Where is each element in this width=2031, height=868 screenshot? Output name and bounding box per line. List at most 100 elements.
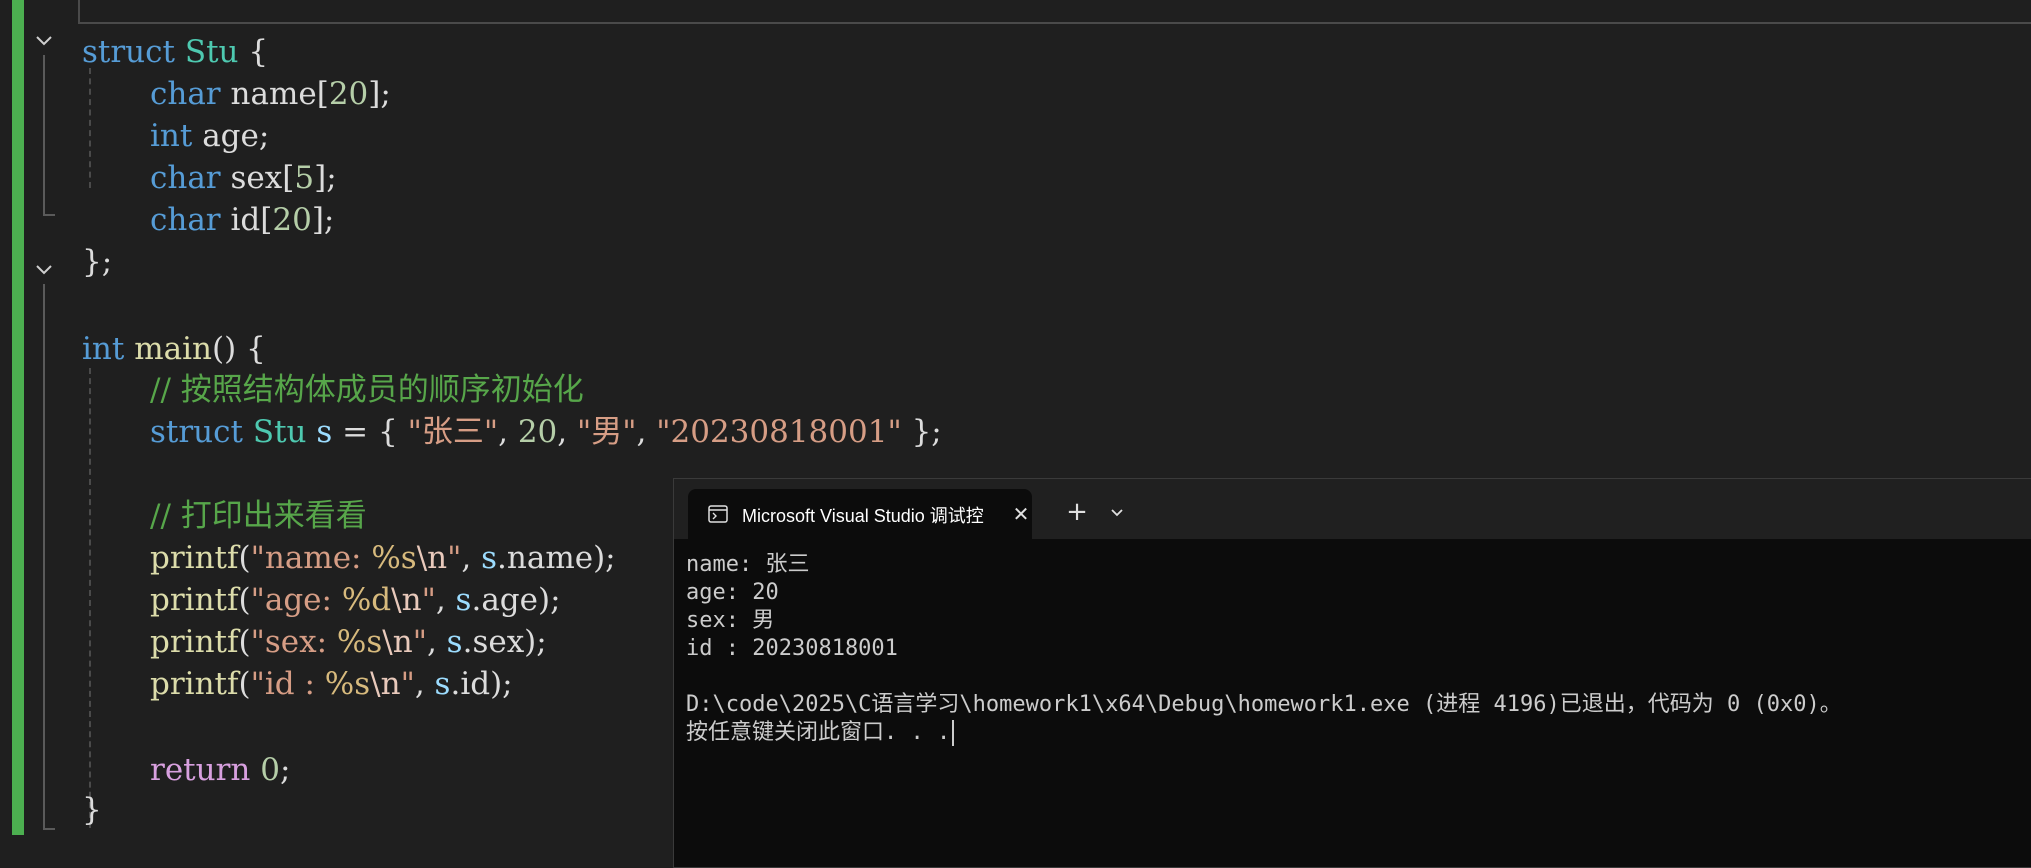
console-prompt-text: 按任意键关闭此窗口. . . — [686, 720, 951, 745]
type-name: Stu — [184, 34, 239, 70]
code-line-7: int main() { — [82, 329, 266, 369]
code-line-5: char id[20]; — [150, 200, 334, 240]
escape-sequence: \n — [370, 666, 401, 702]
operator: = { — [332, 414, 408, 450]
string-literal: " — [400, 666, 415, 702]
format-specifier: %s — [324, 666, 371, 702]
number: 20 — [328, 76, 369, 112]
function-name: printf — [150, 624, 239, 660]
string-literal: "id : — [250, 666, 325, 702]
fold-guide-line — [43, 55, 45, 215]
console-output-line: id : 20230818001 — [686, 636, 898, 661]
code-line-2: char name[20]; — [150, 74, 391, 114]
comment: // 按照结构体成员的顺序初始化 — [150, 372, 584, 408]
bracket: ]; — [368, 76, 391, 112]
string-literal: "name: — [250, 540, 372, 576]
member-access: .sex); — [462, 624, 547, 660]
console-output-line: sex: 男 — [686, 608, 775, 633]
bracket: ]; — [314, 160, 337, 196]
bracket: [ — [316, 76, 329, 112]
number: 5 — [294, 160, 315, 196]
function-name: main — [134, 331, 212, 367]
comma: , — [498, 414, 518, 450]
code-line-14: printf("id : %s\n", s.id); — [150, 664, 513, 704]
collapsed-region-box — [78, 0, 2031, 24]
paren: ( — [238, 540, 251, 576]
code-line-1: struct Stu { — [82, 32, 268, 72]
member-access: .id); — [450, 666, 513, 702]
number: 20 — [517, 414, 558, 450]
format-specifier: %s — [336, 624, 383, 660]
string-literal: "20230818001" — [656, 414, 902, 450]
function-name: printf — [150, 582, 239, 618]
fold-chevron-icon[interactable] — [33, 259, 55, 281]
code-line-10: // 打印出来看看 — [150, 496, 367, 536]
comma: , — [414, 666, 435, 702]
code-line-3: int age; — [150, 116, 269, 156]
console-tab[interactable]: Microsoft Visual Studio 调试控 ✕ — [688, 489, 1032, 539]
member-name: age; — [202, 118, 270, 154]
bracket: [ — [282, 160, 295, 196]
fold-guide-line — [43, 284, 45, 829]
escape-sequence: \n — [391, 582, 422, 618]
chevron-down-icon[interactable] — [1106, 501, 1128, 523]
code-line-16: } — [82, 790, 102, 830]
comma: , — [426, 624, 447, 660]
member-name: sex — [230, 160, 283, 196]
keyword: struct — [150, 414, 243, 450]
debug-console-window[interactable]: Microsoft Visual Studio 调试控 ✕ + name: 张三… — [673, 478, 2031, 868]
comment: // 打印出来看看 — [150, 498, 367, 534]
type-name: Stu — [252, 414, 307, 450]
variable: s — [481, 540, 498, 576]
bracket: [ — [260, 202, 273, 238]
keyword: int — [150, 118, 193, 154]
member-access: .name); — [497, 540, 616, 576]
new-tab-button[interactable]: + — [1064, 499, 1090, 525]
fold-guide-end — [43, 828, 55, 830]
closing-brace: }; — [82, 244, 113, 280]
function-name: printf — [150, 666, 239, 702]
escape-sequence: \n — [416, 540, 448, 576]
console-output-line: D:\code\2025\C语言学习\homework1\x64\Debug\h… — [686, 692, 1842, 717]
string-literal: "张三" — [407, 414, 499, 450]
indent-guide — [89, 368, 91, 828]
fold-chevron-icon[interactable] — [33, 30, 55, 52]
variable: s — [455, 582, 472, 618]
format-specifier: %d — [341, 582, 392, 618]
string-literal: " — [447, 540, 462, 576]
console-titlebar[interactable]: Microsoft Visual Studio 调试控 ✕ + — [674, 479, 2031, 539]
bracket: ]; — [311, 202, 335, 238]
signature: () { — [211, 331, 266, 367]
indent-guide — [89, 68, 91, 188]
comma: , — [435, 582, 456, 618]
text-cursor — [952, 720, 955, 746]
format-specifier: %s — [371, 540, 417, 576]
change-indicator-bar — [12, 0, 24, 835]
number: 0 — [260, 752, 280, 788]
comma: , — [557, 414, 577, 450]
string-literal: " — [421, 582, 436, 618]
keyword: char — [150, 160, 221, 196]
code-line-6: }; — [82, 242, 112, 282]
keyword: char — [150, 76, 221, 112]
comma: , — [461, 540, 482, 576]
string-literal: "男" — [576, 414, 637, 450]
console-prompt-line: 按任意键关闭此窗口. . . — [686, 719, 955, 747]
variable: s — [446, 624, 463, 660]
variable: s — [316, 414, 333, 450]
variable: s — [434, 666, 451, 702]
code-line-15: return 0; — [150, 750, 290, 790]
string-literal: "sex: — [250, 624, 337, 660]
close-tab-button[interactable]: ✕ — [1010, 503, 1032, 525]
semicolon: ; — [279, 752, 291, 788]
paren: ( — [238, 666, 251, 702]
paren: ( — [238, 582, 251, 618]
comma: , — [636, 414, 657, 450]
code-line-8: // 按照结构体成员的顺序初始化 — [150, 370, 584, 410]
console-tab-title: Microsoft Visual Studio 调试控 — [742, 506, 984, 526]
code-line-12: printf("age: %d\n", s.age); — [150, 580, 561, 620]
member-name: name — [230, 76, 317, 112]
brace: { — [248, 34, 269, 70]
string-literal: " — [412, 624, 427, 660]
console-output-line: name: 张三 — [686, 552, 810, 577]
